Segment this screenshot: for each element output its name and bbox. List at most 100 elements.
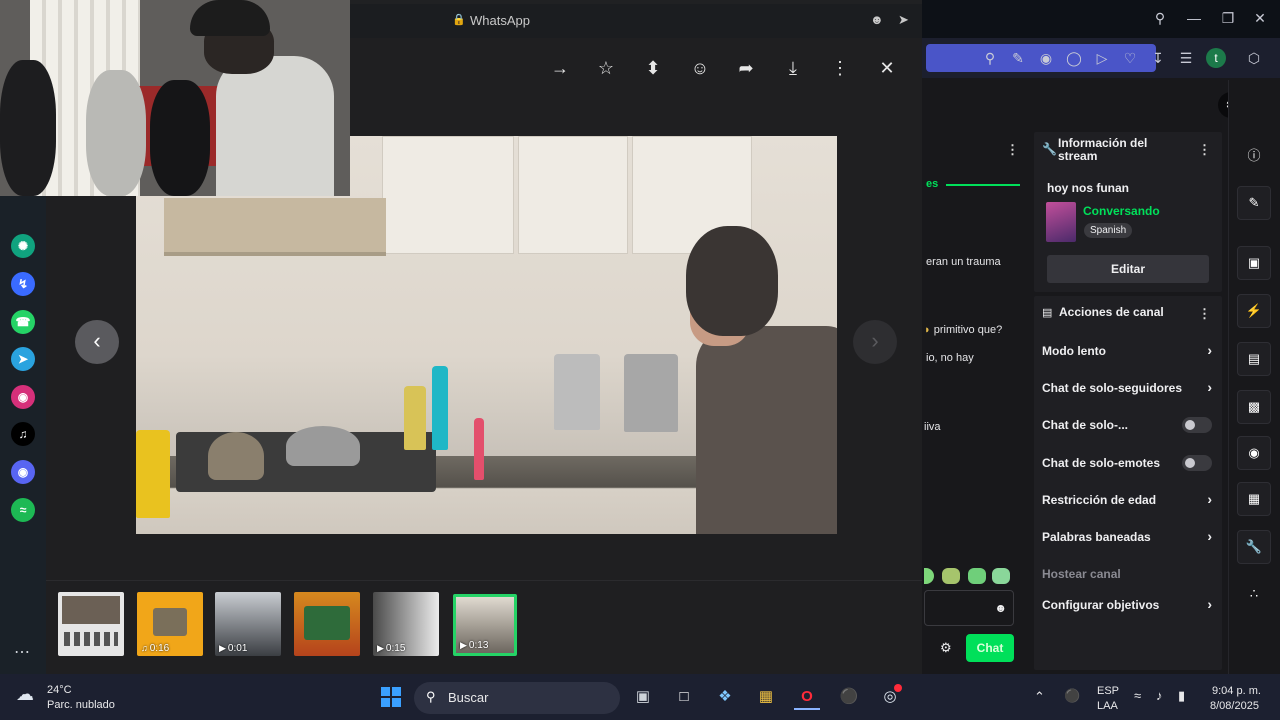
clock-date[interactable]: 8/08/2025: [1210, 700, 1259, 712]
whatsapp-icon[interactable]: ☎: [11, 310, 35, 334]
menu-icon[interactable]: ☰: [1176, 48, 1196, 68]
pin-message-icon[interactable]: ⬍: [641, 56, 665, 80]
next-media-button[interactable]: ›: [853, 320, 897, 364]
wifi-icon[interactable]: ≈: [1134, 688, 1141, 703]
download-icon[interactable]: ↧: [1148, 48, 1168, 68]
instagram-icon[interactable]: ◉: [11, 385, 35, 409]
discord-icon[interactable]: ◉: [11, 460, 35, 484]
taskbar-search[interactable]: ⚲ Buscar: [414, 682, 620, 714]
shield-icon[interactable]: ◯: [1064, 48, 1084, 68]
action-emote-only[interactable]: Chat de solo-emotes: [1034, 455, 1222, 478]
document-icon[interactable]: ▤: [1237, 342, 1271, 376]
subscribers-only-toggle[interactable]: [1182, 417, 1212, 433]
broadcast-icon[interactable]: ◉: [1237, 436, 1271, 470]
lightning-icon[interactable]: ⚡: [1237, 294, 1271, 328]
go-to-message-icon[interactable]: →: [548, 56, 572, 80]
tray-overflow-chevron-icon[interactable]: ⌃: [1034, 689, 1045, 705]
app-launcher-icon[interactable]: ❖: [712, 684, 738, 710]
pencil-icon[interactable]: ✎: [1237, 186, 1271, 220]
input-language-top[interactable]: ESP: [1097, 685, 1119, 697]
search-icon[interactable]: ⚲: [1150, 8, 1170, 28]
stream-info-options-icon[interactable]: ⋮: [1198, 142, 1211, 158]
pin-window-icon[interactable]: ➤: [898, 12, 909, 28]
edit-stream-button[interactable]: Editar: [1047, 255, 1209, 283]
emote-only-toggle[interactable]: [1182, 455, 1212, 471]
weather-description[interactable]: Parc. nublado: [47, 699, 115, 711]
more-apps-icon[interactable]: ⋯: [14, 642, 30, 662]
download-media-icon[interactable]: ⤓: [781, 56, 805, 80]
restore-icon[interactable]: ❐: [1218, 8, 1238, 28]
messenger-icon[interactable]: ↯: [11, 272, 35, 296]
action-banned-words[interactable]: Palabras baneadas ›: [1034, 528, 1222, 552]
action-host-channel: Hostear canal: [1034, 567, 1222, 589]
telegram-icon[interactable]: ➤: [11, 347, 35, 371]
clock-time[interactable]: 9:04 p. m.: [1212, 685, 1261, 697]
file-explorer-icon[interactable]: ▦: [753, 684, 779, 710]
media-thumbnail[interactable]: ▶ 0:15: [373, 592, 439, 656]
chat-bubble-icon[interactable]: ▩: [1237, 390, 1271, 424]
info-icon[interactable]: ⓘ: [1237, 140, 1271, 174]
apps-dots-icon[interactable]: ∴: [1237, 578, 1271, 612]
heart-icon[interactable]: ♡: [1120, 48, 1140, 68]
action-age-restriction[interactable]: Restricción de edad ›: [1034, 491, 1222, 515]
edit-icon[interactable]: ✎: [1008, 48, 1028, 68]
forward-icon[interactable]: ➦: [734, 56, 758, 80]
weather-icon[interactable]: ☁: [16, 684, 34, 705]
opera-browser-icon[interactable]: O: [794, 684, 820, 710]
media-thumbnail-selected[interactable]: ▶ 0:13: [453, 594, 517, 656]
input-language-bottom[interactable]: LAA: [1097, 700, 1118, 712]
category-cover[interactable]: [1046, 202, 1076, 242]
zoom-icon[interactable]: ⚲: [980, 48, 1000, 68]
media-thumbnail[interactable]: [58, 592, 124, 656]
chat-settings-icon[interactable]: ⚙: [940, 640, 952, 656]
emote-icon[interactable]: [968, 568, 986, 584]
emote-icon[interactable]: [942, 568, 960, 584]
action-followers-only[interactable]: Chat de solo-seguidores ›: [1034, 379, 1222, 403]
video-icon: ▶: [219, 643, 226, 653]
chat-options-icon[interactable]: ⋮: [1006, 142, 1019, 158]
language-tag[interactable]: Spanish: [1084, 223, 1133, 238]
emoji-picker-icon[interactable]: ☻: [994, 601, 1007, 615]
start-button[interactable]: [378, 684, 404, 710]
chat-message-fragment: io, no hay: [926, 352, 974, 364]
more-options-icon[interactable]: ⋮: [828, 56, 852, 80]
emote-icon[interactable]: [924, 568, 934, 584]
weather-temperature[interactable]: 24°C: [47, 684, 72, 696]
microphone-tray-icon[interactable]: ⚫: [1064, 688, 1080, 704]
microphone-app-icon[interactable]: ⚫: [836, 684, 862, 710]
react-emoji-icon[interactable]: ☺: [688, 56, 712, 80]
action-subscribers-only[interactable]: Chat de solo-...: [1034, 417, 1222, 440]
chat-message-text: primitivo que?: [933, 324, 1003, 336]
wrench-tool-icon[interactable]: 🔧: [1237, 530, 1271, 564]
chatgpt-icon[interactable]: ✺: [11, 234, 35, 258]
spotify-icon[interactable]: ≈: [11, 498, 35, 522]
extension-cube-icon[interactable]: ⬡: [1244, 48, 1264, 68]
task-view-icon[interactable]: ▣: [630, 684, 656, 710]
previous-media-button[interactable]: ‹: [75, 320, 119, 364]
tiktok-icon[interactable]: ♫: [11, 422, 35, 446]
action-configure-goals[interactable]: Configurar objetivos ›: [1034, 596, 1222, 620]
close-window-icon[interactable]: ✕: [1250, 8, 1270, 28]
star-icon[interactable]: ☆: [594, 56, 618, 80]
file-icon[interactable]: □: [671, 684, 697, 710]
volume-icon[interactable]: ♪: [1156, 688, 1163, 703]
battery-icon[interactable]: ▮: [1178, 688, 1185, 704]
media-thumbnail[interactable]: ▶ 0:01: [215, 592, 281, 656]
close-viewer-icon[interactable]: ✕: [875, 56, 899, 80]
minimize-icon[interactable]: —: [1184, 8, 1204, 28]
camera-icon[interactable]: ◉: [1036, 48, 1056, 68]
layers-icon[interactable]: ▦: [1237, 482, 1271, 516]
play-icon[interactable]: ▷: [1092, 48, 1112, 68]
emote-icon[interactable]: [992, 568, 1010, 584]
media-thumbnail[interactable]: [294, 592, 360, 656]
emoji-icon[interactable]: ☻: [870, 12, 884, 27]
duration-text: 0:16: [149, 643, 170, 654]
category-name[interactable]: Conversando: [1083, 204, 1160, 218]
chat-input[interactable]: ☻: [924, 590, 1014, 626]
clip-icon[interactable]: ▣: [1237, 246, 1271, 280]
media-thumbnail[interactable]: ♫ 0:16: [137, 592, 203, 656]
action-slow-mode[interactable]: Modo lento ›: [1034, 342, 1222, 366]
channel-actions-options-icon[interactable]: ⋮: [1198, 306, 1211, 322]
profile-avatar[interactable]: t: [1206, 48, 1226, 68]
chat-send-button[interactable]: Chat: [966, 634, 1014, 662]
